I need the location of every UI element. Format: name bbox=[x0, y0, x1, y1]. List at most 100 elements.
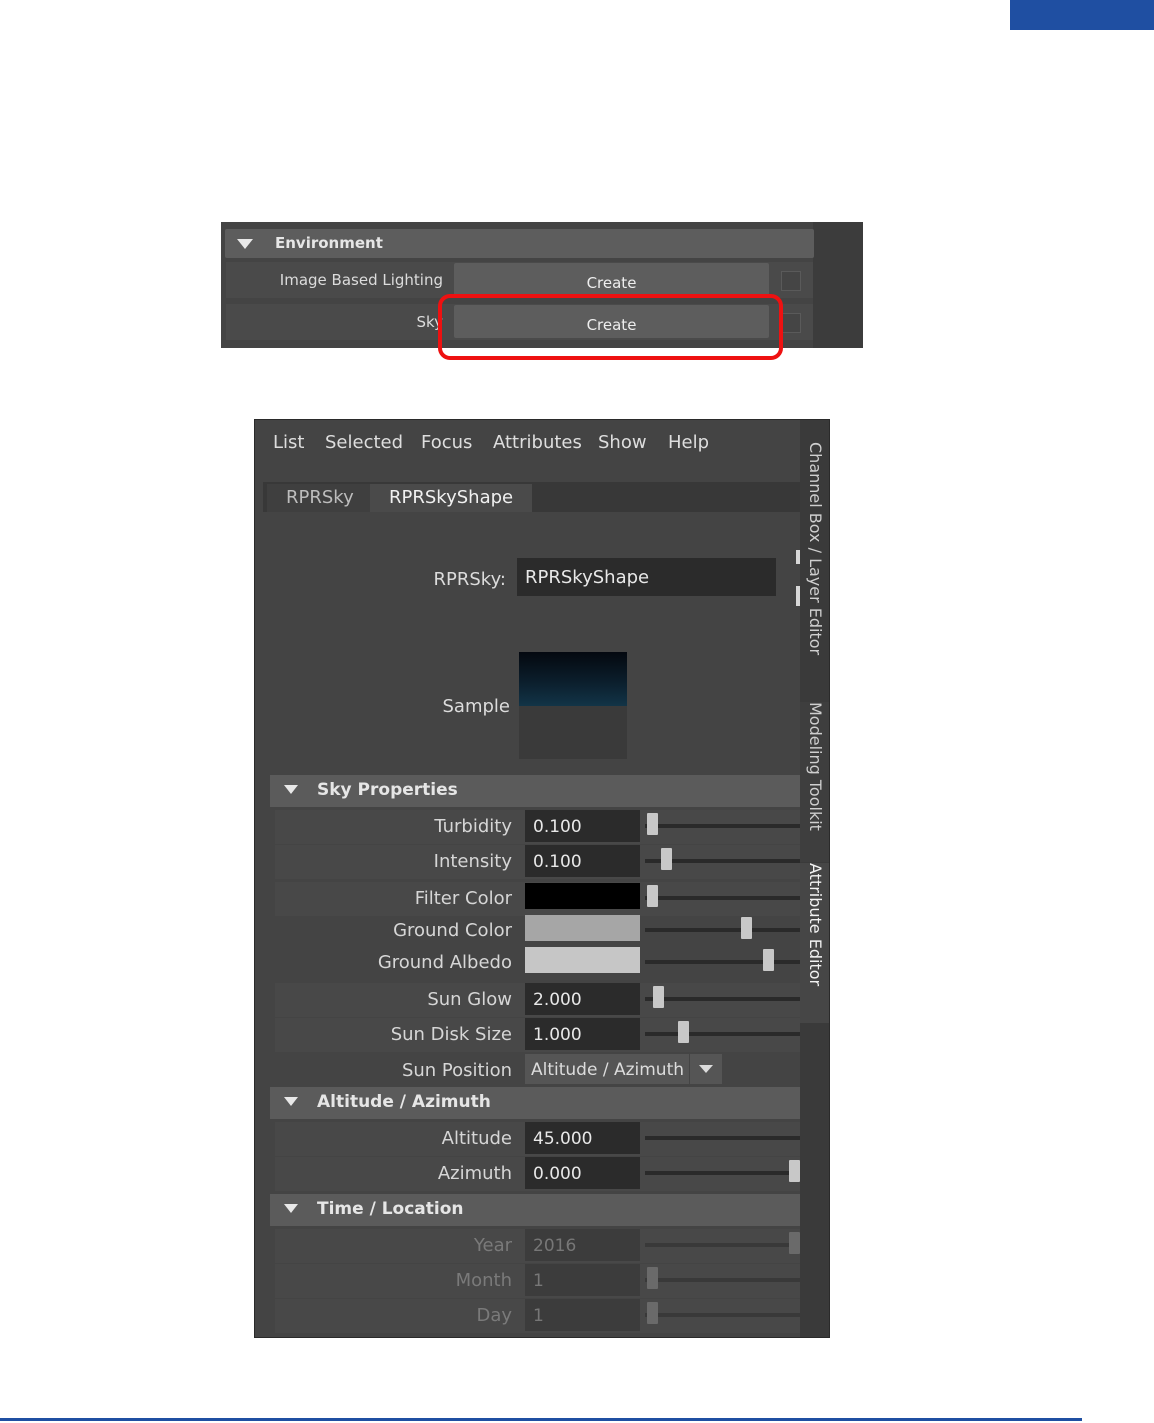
sky-create-highlight bbox=[438, 294, 783, 360]
year-row: Year 2016 bbox=[275, 1229, 800, 1263]
filter-color-row: Filter Color bbox=[275, 882, 800, 916]
intensity-label: Intensity bbox=[433, 851, 512, 872]
azimuth-slider-handle[interactable] bbox=[789, 1160, 800, 1182]
ground-albedo-slider-track[interactable] bbox=[645, 960, 800, 964]
azimuth-field[interactable]: 0.000 bbox=[525, 1157, 640, 1189]
day-field[interactable]: 1 bbox=[525, 1299, 640, 1331]
ibl-connection-icon[interactable] bbox=[781, 271, 801, 291]
sun-disk-size-field[interactable]: 1.000 bbox=[525, 1018, 640, 1050]
altitude-field[interactable]: 45.000 bbox=[525, 1122, 640, 1154]
sun-position-value: Altitude / Azimuth bbox=[531, 1060, 685, 1080]
tab-rprskyshape[interactable]: RPRSkyShape bbox=[370, 484, 533, 512]
sample-swatch bbox=[519, 652, 627, 759]
tab-channel-box-layer-editor[interactable]: Channel Box / Layer Editor bbox=[800, 442, 829, 682]
corner-accent-bar bbox=[1010, 0, 1154, 30]
ibl-row: Image Based Lighting Create bbox=[226, 262, 813, 298]
collapse-triangle-icon[interactable] bbox=[284, 785, 298, 794]
attribute-editor-panel: List Selected Focus Attributes Show Help… bbox=[254, 419, 830, 1338]
ground-color-slider-track[interactable] bbox=[645, 928, 800, 932]
environment-section-header[interactable]: Environment bbox=[225, 229, 814, 258]
scroll-marker[interactable] bbox=[796, 586, 800, 606]
day-row: Day 1 bbox=[275, 1299, 800, 1333]
sun-glow-label: Sun Glow bbox=[427, 989, 512, 1010]
day-label: Day bbox=[476, 1305, 512, 1326]
month-slider-handle[interactable] bbox=[647, 1267, 658, 1289]
menu-attributes[interactable]: Attributes bbox=[493, 432, 582, 453]
menu-focus[interactable]: Focus bbox=[421, 432, 472, 453]
altitude-azimuth-title: Altitude / Azimuth bbox=[317, 1092, 491, 1112]
time-location-header[interactable]: Time / Location bbox=[270, 1194, 800, 1226]
sun-disk-size-slider-handle[interactable] bbox=[678, 1021, 690, 1043]
ground-color-slider-handle[interactable] bbox=[740, 917, 752, 939]
year-field[interactable]: 2016 bbox=[525, 1229, 640, 1261]
sample-sky-image bbox=[519, 652, 627, 706]
scroll-marker[interactable] bbox=[796, 550, 800, 564]
sun-disk-size-label: Sun Disk Size bbox=[390, 1024, 512, 1045]
ground-albedo-slider-handle[interactable] bbox=[763, 949, 775, 971]
day-slider-handle[interactable] bbox=[647, 1302, 658, 1324]
altitude-label: Altitude bbox=[441, 1128, 512, 1149]
ground-albedo-swatch[interactable] bbox=[525, 947, 640, 973]
intensity-slider-handle[interactable] bbox=[661, 848, 673, 870]
node-name-field[interactable]: RPRSkyShape bbox=[517, 558, 776, 596]
month-slider-track[interactable] bbox=[645, 1278, 800, 1282]
month-row: Month 1 bbox=[275, 1264, 800, 1298]
turbidity-label: Turbidity bbox=[434, 816, 512, 837]
intensity-field[interactable]: 0.100 bbox=[525, 845, 640, 877]
filter-color-slider-track[interactable] bbox=[645, 896, 800, 900]
sun-position-row: Sun Position Altitude / Azimuth bbox=[275, 1054, 800, 1088]
year-slider-handle[interactable] bbox=[789, 1232, 800, 1254]
menu-help[interactable]: Help bbox=[668, 432, 709, 453]
turbidity-row: Turbidity 0.100 bbox=[275, 810, 800, 844]
sky-properties-title: Sky Properties bbox=[317, 780, 458, 800]
intensity-row: Intensity 0.100 bbox=[275, 845, 800, 879]
collapse-triangle-icon[interactable] bbox=[284, 1204, 298, 1213]
time-location-title: Time / Location bbox=[317, 1199, 464, 1219]
environment-title: Environment bbox=[275, 234, 383, 252]
chevron-down-icon[interactable] bbox=[689, 1054, 722, 1084]
ground-albedo-row: Ground Albedo bbox=[275, 946, 800, 980]
sun-disk-size-row: Sun Disk Size 1.000 bbox=[275, 1018, 800, 1052]
azimuth-label: Azimuth bbox=[437, 1163, 512, 1184]
node-name-label: RPRSky: bbox=[433, 569, 506, 590]
sky-connection-icon[interactable] bbox=[781, 313, 801, 333]
sun-glow-field[interactable]: 2.000 bbox=[525, 983, 640, 1015]
filter-color-slider-handle[interactable] bbox=[647, 885, 658, 907]
turbidity-slider-handle[interactable] bbox=[647, 813, 658, 835]
turbidity-field[interactable]: 0.100 bbox=[525, 810, 640, 842]
menu-list[interactable]: List bbox=[273, 432, 304, 453]
tab-rprsky[interactable]: RPRSky bbox=[267, 484, 370, 512]
year-slider-track[interactable] bbox=[645, 1243, 800, 1247]
ground-color-swatch[interactable] bbox=[525, 915, 640, 941]
ibl-label: Image Based Lighting bbox=[279, 271, 443, 289]
month-field[interactable]: 1 bbox=[525, 1264, 640, 1296]
tab-modeling-toolkit[interactable]: Modeling Toolkit bbox=[800, 702, 829, 862]
azimuth-row: Azimuth 0.000 bbox=[275, 1157, 800, 1191]
turbidity-slider-track[interactable] bbox=[645, 824, 800, 828]
footer-rule bbox=[0, 1418, 1082, 1421]
sky-properties-header[interactable]: Sky Properties bbox=[270, 775, 800, 807]
day-slider-track[interactable] bbox=[645, 1313, 800, 1317]
sun-disk-size-slider-track[interactable] bbox=[645, 1032, 800, 1036]
sun-position-label: Sun Position bbox=[401, 1060, 512, 1081]
sun-glow-slider-handle[interactable] bbox=[652, 986, 664, 1008]
ibl-create-button[interactable]: Create bbox=[454, 263, 769, 296]
menu-show[interactable]: Show bbox=[598, 432, 647, 453]
collapse-triangle-icon[interactable] bbox=[237, 239, 253, 249]
year-label: Year bbox=[473, 1235, 512, 1256]
sun-glow-row: Sun Glow 2.000 bbox=[275, 983, 800, 1017]
panel-edge bbox=[813, 222, 863, 348]
ground-color-label: Ground Color bbox=[393, 920, 512, 941]
tab-attribute-editor[interactable]: Attribute Editor bbox=[800, 863, 829, 1023]
filter-color-label: Filter Color bbox=[414, 888, 512, 909]
azimuth-slider-track[interactable] bbox=[645, 1171, 800, 1175]
collapse-triangle-icon[interactable] bbox=[284, 1097, 298, 1106]
altitude-slider-track[interactable] bbox=[645, 1136, 800, 1140]
node-tabs: RPRSky RPRSkyShape bbox=[263, 482, 800, 512]
menu-bar: List Selected Focus Attributes Show Help bbox=[255, 420, 800, 466]
filter-color-swatch[interactable] bbox=[525, 883, 640, 909]
altitude-azimuth-header[interactable]: Altitude / Azimuth bbox=[270, 1087, 800, 1119]
sun-position-dropdown[interactable]: Altitude / Azimuth bbox=[525, 1054, 722, 1084]
sun-glow-slider-track[interactable] bbox=[645, 997, 800, 1001]
menu-selected[interactable]: Selected bbox=[325, 432, 403, 453]
